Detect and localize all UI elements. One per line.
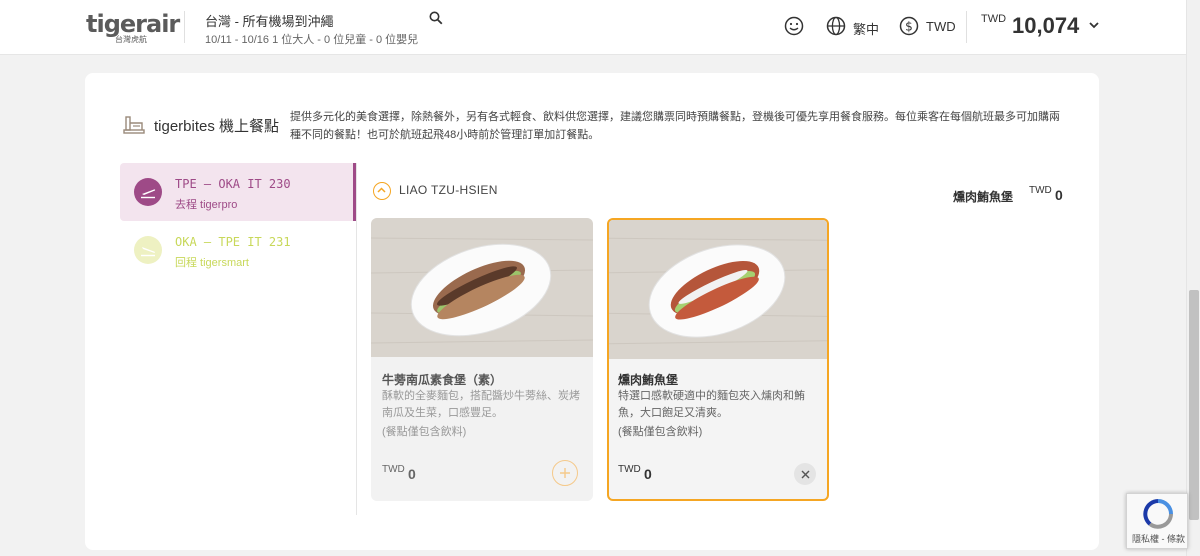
- meal-title: 燻肉鮪魚堡: [618, 373, 679, 387]
- tigerair-logo[interactable]: tigerair 台灣虎航: [86, 10, 180, 46]
- route-summary[interactable]: 台灣 - 所有機場到沖繩: [205, 11, 334, 30]
- header-divider: [184, 11, 185, 43]
- total-currency: TWD: [981, 13, 1007, 25]
- meal-card-vegetarian[interactable]: 牛蒡南瓜素食堡（素） 酥軟的全麥麵包，搭配醬炒牛蒡絲、炭烤南瓜及生菜，口感豐足。…: [371, 218, 593, 501]
- selected-meal-currency: TWD: [1029, 185, 1052, 196]
- smiley-icon[interactable]: [784, 16, 804, 36]
- language-selector[interactable]: 繁中: [853, 19, 879, 38]
- meal-note: (餐點僅包含飲料): [618, 426, 703, 438]
- flight-fare: 回程 tigersmart: [175, 257, 249, 269]
- meal-currency: TWD: [618, 464, 641, 475]
- selected-meal-amount: 0: [1055, 187, 1063, 203]
- plus-icon: [560, 468, 570, 478]
- meal-currency: TWD: [382, 464, 405, 475]
- meal-description: 特選口感軟硬適中的麵包夾入燻肉和鮪魚，大口飽足又清爽。: [618, 390, 805, 419]
- globe-icon[interactable]: [826, 16, 846, 36]
- currency-selector[interactable]: TWD: [926, 19, 956, 34]
- flight-code: OKA – TPE IT 231: [175, 235, 291, 249]
- add-meal-button[interactable]: [552, 460, 578, 486]
- dollar-icon[interactable]: $: [899, 16, 919, 36]
- svg-text:$: $: [905, 19, 913, 33]
- header-divider: [966, 11, 967, 43]
- departure-plane-icon: [134, 178, 162, 206]
- meal-title: 牛蒡南瓜素食堡（素）: [382, 373, 503, 387]
- meal-price: 0: [408, 466, 416, 482]
- recaptcha-links[interactable]: 隱私權 - 條款: [1132, 532, 1185, 545]
- flight-tab-outbound[interactable]: TPE – OKA IT 230 去程 tigerpro: [120, 163, 356, 221]
- chevron-down-icon[interactable]: [1087, 18, 1101, 32]
- logo-subtext: 台灣虎航: [115, 35, 147, 44]
- selected-meal-name: 燻肉鮪魚堡: [953, 190, 1014, 204]
- section-description: 提供多元化的美食選擇，除熱餐外，另有各式輕食、飲料供您選擇，建議您購票同時預購餐…: [290, 111, 1060, 141]
- top-header: tigerair 台灣虎航 台灣 - 所有機場到沖繩 10/11 - 10/16…: [0, 0, 1186, 55]
- recaptcha-icon: [1143, 499, 1173, 529]
- arrival-plane-icon: [134, 236, 162, 264]
- section-title: tigerbites 機上餐點: [154, 118, 280, 135]
- flight-fare: 去程 tigerpro: [175, 199, 238, 211]
- meal-image: [609, 220, 827, 359]
- flight-code: TPE – OKA IT 230: [175, 177, 291, 191]
- remove-meal-button[interactable]: [794, 463, 816, 485]
- meal-description: 酥軟的全麥麵包，搭配醬炒牛蒡絲、炭烤南瓜及生菜，口感豐足。: [382, 390, 580, 419]
- total-amount[interactable]: 10,074: [1012, 13, 1079, 39]
- meal-card-tuna[interactable]: 燻肉鮪魚堡 特選口感軟硬適中的麵包夾入燻肉和鮪魚，大口飽足又清爽。 (餐點僅包含…: [607, 218, 829, 501]
- trip-details: 10/11 - 10/16 1 位大人 - 0 位兒童 - 0 位嬰兒: [205, 34, 419, 46]
- chevron-up-icon[interactable]: [373, 182, 391, 200]
- page-scrollbar[interactable]: [1186, 0, 1200, 556]
- meal-image: [371, 218, 593, 357]
- search-icon[interactable]: [429, 11, 443, 25]
- close-icon: [801, 470, 809, 478]
- tray-icon: [123, 116, 145, 134]
- flight-tab-return[interactable]: OKA – TPE IT 231 回程 tigersmart: [120, 221, 356, 279]
- meal-note: (餐點僅包含飲料): [382, 426, 467, 438]
- passenger-name[interactable]: LIAO TZU-HSIEN: [399, 183, 498, 197]
- meal-price: 0: [644, 466, 652, 482]
- sidebar-divider: [356, 163, 357, 515]
- recaptcha-badge[interactable]: 隱私權 - 條款: [1126, 493, 1188, 549]
- scrollbar-thumb[interactable]: [1189, 290, 1199, 520]
